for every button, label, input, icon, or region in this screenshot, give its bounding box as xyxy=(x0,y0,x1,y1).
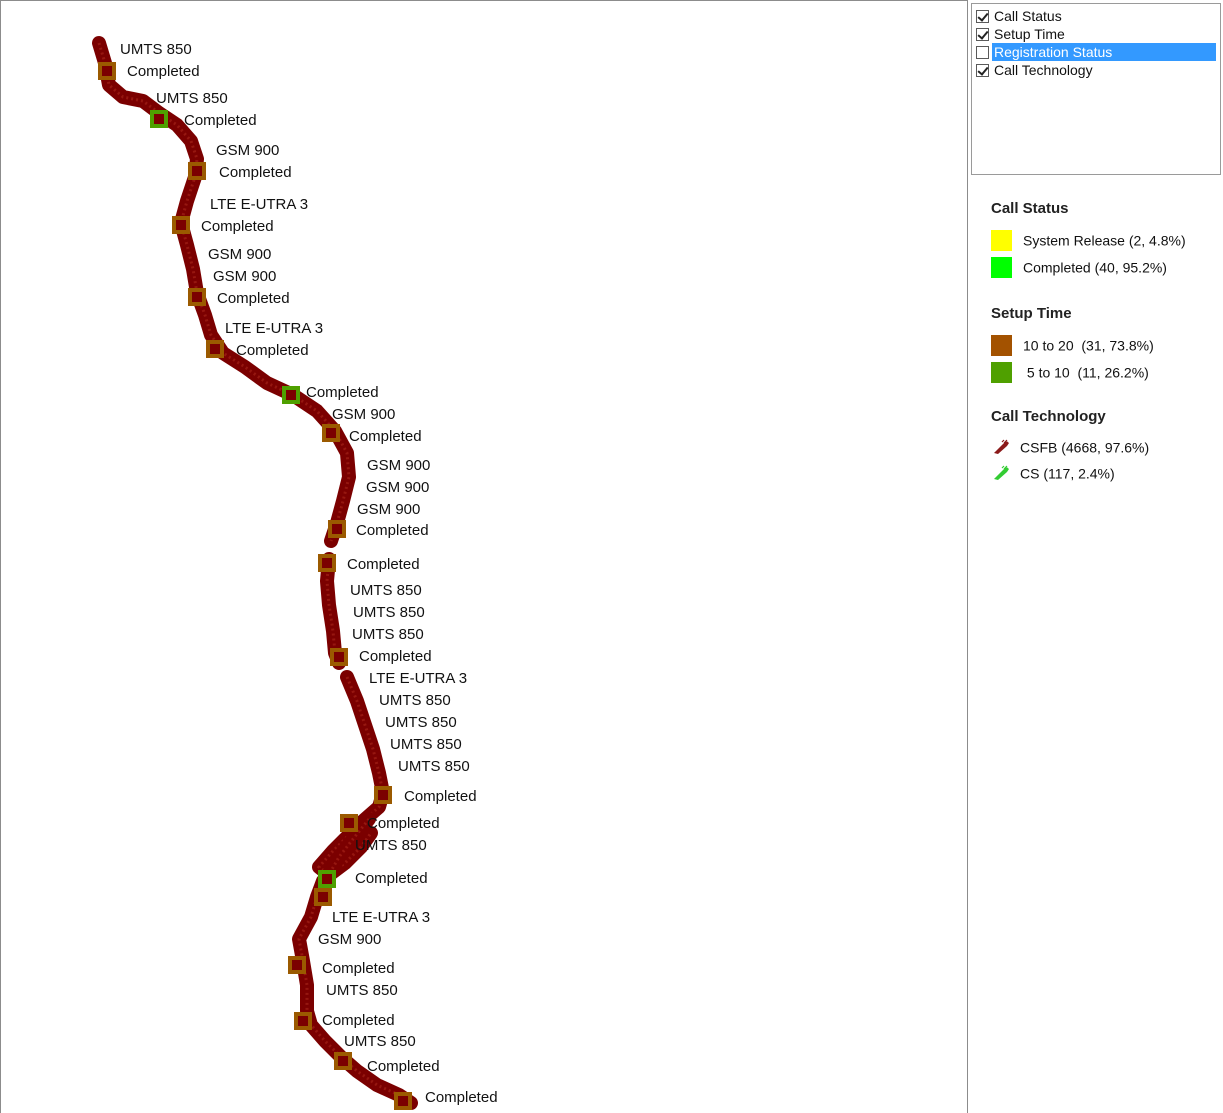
legend-item: CSFB (4668, 97.6%) xyxy=(991,435,1149,457)
layer-item-call-technology[interactable]: Call Technology xyxy=(976,61,1095,79)
map-event-label: Completed xyxy=(236,342,309,359)
call-event-marker-core xyxy=(210,344,220,354)
map-event-label: UMTS 850 xyxy=(352,626,424,643)
call-event-marker-core xyxy=(326,428,336,438)
map-event-label: Completed xyxy=(355,870,428,887)
color-swatch xyxy=(991,229,1012,251)
layer-item-setup-time[interactable]: Setup Time xyxy=(976,25,1067,43)
map-event-label: LTE E-UTRA 3 xyxy=(332,909,431,926)
layer-list[interactable]: Call Status Setup Time Registration Stat… xyxy=(971,3,1221,175)
map-event-label: Completed xyxy=(349,428,422,445)
checkbox-call-status[interactable] xyxy=(976,10,989,23)
map-event-label: Completed xyxy=(359,648,432,665)
map-event-label: UMTS 850 xyxy=(379,692,451,709)
color-swatch xyxy=(991,334,1012,356)
legend-item: System Release (2, 4.8%) xyxy=(991,228,1186,251)
layer-label: Call Status xyxy=(994,8,1062,24)
call-event-marker-core xyxy=(154,114,164,124)
call-event-marker-core xyxy=(334,652,344,662)
call-event-marker-core xyxy=(398,1096,408,1106)
layer-label: Call Technology xyxy=(994,62,1093,78)
legend-item-label: CS (117, 2.4%) xyxy=(1020,465,1115,482)
color-swatch xyxy=(991,256,1012,278)
map-event-label: Completed xyxy=(367,815,440,832)
legend-title-call-status: Call Status xyxy=(991,200,1069,217)
map-event-label: Completed xyxy=(184,112,257,129)
call-event-marker-core xyxy=(102,66,112,76)
map-event-label: GSM 900 xyxy=(208,246,272,263)
map-event-label: Completed xyxy=(367,1058,440,1075)
map-event-label: UMTS 850 xyxy=(344,1033,416,1050)
map-event-label: Completed xyxy=(425,1089,498,1106)
map-event-label: Completed xyxy=(217,290,290,307)
map-event-label: GSM 900 xyxy=(318,931,382,948)
map-event-label: Completed xyxy=(347,556,420,573)
legend-item-label: CSFB (4668, 97.6%) xyxy=(1020,439,1150,456)
legend-title-call-technology: Call Technology xyxy=(991,408,1106,425)
checkbox-registration-status[interactable] xyxy=(976,46,989,59)
map-event-label: GSM 900 xyxy=(216,142,280,159)
map-event-label: UMTS 850 xyxy=(120,41,192,58)
call-event-marker-core xyxy=(378,790,388,800)
map-event-label: Completed xyxy=(201,218,274,235)
legend-item-label: Completed (40, 95.2%) xyxy=(1023,259,1167,276)
call-event-marker-core xyxy=(318,892,328,902)
phone-icon xyxy=(994,465,1009,481)
call-event-marker-core xyxy=(338,1056,348,1066)
map-event-label: GSM 900 xyxy=(357,501,421,518)
map-event-label: Completed xyxy=(322,1012,395,1029)
legend-item-label: 10 to 20 (31, 73.8%) xyxy=(1023,337,1154,354)
map-event-label: LTE E-UTRA 3 xyxy=(369,670,468,687)
map-view[interactable]: UMTS 850 Completed UMTS 850 Completed GSM 90… xyxy=(0,0,967,1113)
call-event-marker-core xyxy=(322,558,332,568)
map-event-label: GSM 900 xyxy=(366,479,430,496)
layer-item-call-status[interactable]: Call Status xyxy=(976,7,1064,25)
map-event-label: UMTS 850 xyxy=(353,604,425,621)
legend-item: 5 to 10 (11, 26.2%) xyxy=(991,360,1149,383)
layer-item-registration-status[interactable]: Registration Status xyxy=(976,43,1220,61)
call-event-marker-core xyxy=(292,960,302,970)
legend-item: CS (117, 2.4%) xyxy=(991,461,1115,483)
map-event-label: UMTS 850 xyxy=(156,90,228,107)
drive-route-map xyxy=(92,36,418,1110)
map-event-label: UMTS 850 xyxy=(385,714,457,731)
map-event-label: UMTS 850 xyxy=(350,582,422,599)
map-event-label: Completed xyxy=(404,788,477,805)
map-event-label: UMTS 850 xyxy=(390,736,462,753)
layer-label: Setup Time xyxy=(994,26,1065,42)
layer-label: Registration Status xyxy=(992,43,1216,61)
call-event-marker-core xyxy=(298,1016,308,1026)
phone-icon xyxy=(994,439,1009,455)
map-event-label: GSM 900 xyxy=(367,457,431,474)
map-event-label: GSM 900 xyxy=(213,268,277,285)
call-event-marker-core xyxy=(176,220,186,230)
panel-divider[interactable] xyxy=(967,0,968,1113)
map-event-label: UMTS 850 xyxy=(355,837,427,854)
legend-item-label: System Release (2, 4.8%) xyxy=(1023,232,1186,249)
map-event-label: UMTS 850 xyxy=(326,982,398,999)
checkbox-setup-time[interactable] xyxy=(976,28,989,41)
call-event-marker-core xyxy=(192,166,202,176)
legend-item: Completed (40, 95.2%) xyxy=(991,255,1167,278)
legend-item: 10 to 20 (31, 73.8%) xyxy=(991,333,1154,356)
call-event-marker-core xyxy=(322,874,332,884)
map-event-label: Completed xyxy=(322,960,395,977)
map-event-label: Completed xyxy=(219,164,292,181)
map-event-label: LTE E-UTRA 3 xyxy=(210,196,309,213)
map-event-label: Completed xyxy=(356,522,429,539)
checkbox-call-technology[interactable] xyxy=(976,64,989,77)
map-event-label: GSM 900 xyxy=(332,406,396,423)
map-event-label: UMTS 850 xyxy=(398,758,470,775)
call-event-marker-core xyxy=(344,818,354,828)
call-event-marker-core xyxy=(192,292,202,302)
map-event-label: LTE E-UTRA 3 xyxy=(225,320,324,337)
call-event-marker-core xyxy=(286,390,296,400)
map-event-label: Completed xyxy=(306,384,379,401)
legend-item-label: 5 to 10 (11, 26.2%) xyxy=(1023,364,1149,381)
call-event-marker-core xyxy=(332,524,342,534)
map-event-label: Completed xyxy=(127,63,200,80)
color-swatch xyxy=(991,361,1012,383)
legend-title-setup-time: Setup Time xyxy=(991,305,1072,322)
